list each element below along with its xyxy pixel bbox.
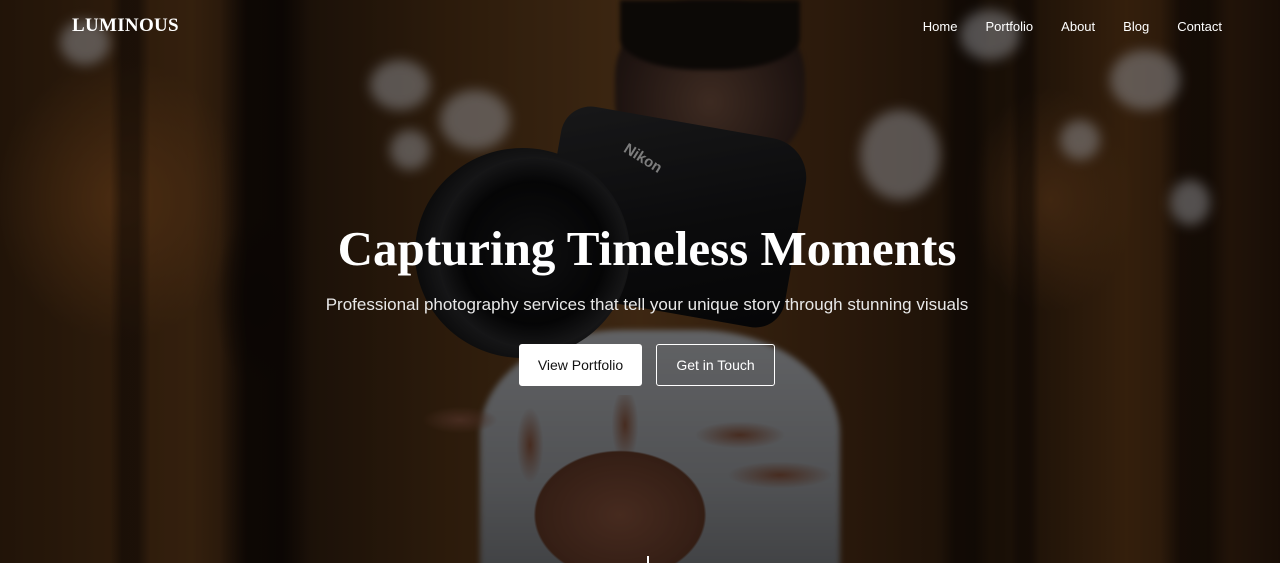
nav-link-blog[interactable]: Blog xyxy=(1123,19,1149,34)
hero-title: Capturing Timeless Moments xyxy=(337,221,957,276)
nav-link-contact[interactable]: Contact xyxy=(1177,19,1222,34)
navbar: LUMINOUS Home Portfolio About Blog Conta… xyxy=(0,0,1280,54)
nav-item-blog: Blog xyxy=(1095,18,1149,36)
hero-content: Capturing Timeless Moments Professional … xyxy=(0,218,1280,386)
nav-item-about: About xyxy=(1033,18,1095,36)
nav-link-about[interactable]: About xyxy=(1061,19,1095,34)
hero-section: Nikon LUMINOUS Home Portfolio About Blog… xyxy=(0,0,1280,563)
nav-item-portfolio: Portfolio xyxy=(957,18,1033,36)
hero-subtitle: Professional photography services that t… xyxy=(325,295,969,314)
nav-link-home[interactable]: Home xyxy=(923,19,958,34)
nav-link-portfolio[interactable]: Portfolio xyxy=(985,19,1033,34)
nav-item-contact: Contact xyxy=(1149,18,1222,36)
get-in-touch-button[interactable]: Get in Touch xyxy=(656,344,775,386)
nav-menu: Home Portfolio About Blog Contact xyxy=(895,18,1222,36)
view-portfolio-button[interactable]: View Portfolio xyxy=(519,344,642,386)
scroll-indicator[interactable] xyxy=(647,556,649,563)
nav-item-home: Home xyxy=(895,18,958,36)
site-logo[interactable]: LUMINOUS xyxy=(72,15,179,37)
hero-buttons: View Portfolio Get in Touch xyxy=(0,344,1280,386)
